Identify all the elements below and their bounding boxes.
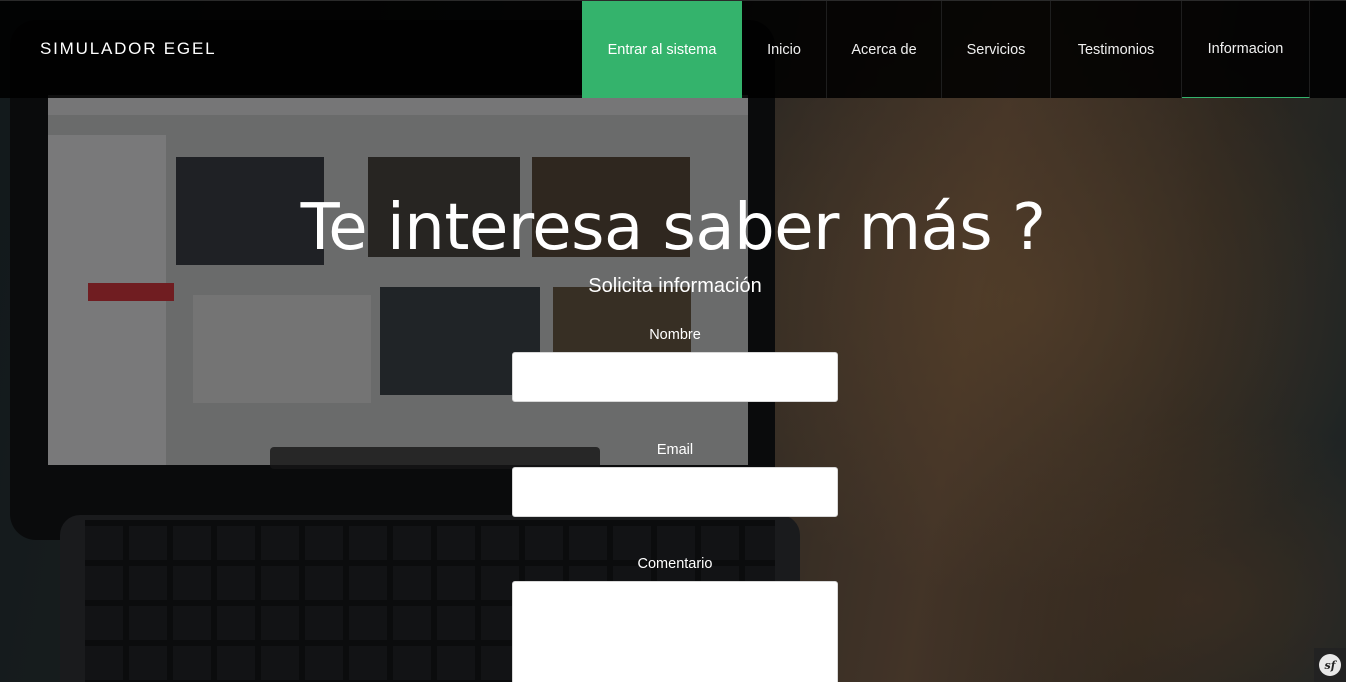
email-label: Email	[656, 442, 694, 458]
hero-title: Te interesa saber más ?	[300, 191, 1046, 265]
nav-item-informacion[interactable]: Informacion	[1182, 1, 1310, 98]
symfony-logo-icon: sf	[1319, 654, 1341, 676]
nav-menu: Entrar al sistema Inicio Acerca de Servi…	[582, 1, 1310, 98]
nav-item-acerca-de[interactable]: Acerca de	[827, 1, 942, 98]
top-navbar: SIMULADOR EGEL Entrar al sistema Inicio …	[0, 0, 1346, 98]
nav-item-testimonios[interactable]: Testimonios	[1051, 1, 1182, 98]
hero-subtitle: Solicita información	[588, 275, 762, 297]
email-input[interactable]	[512, 467, 838, 517]
page: SIMULADOR EGEL Entrar al sistema Inicio …	[0, 0, 1346, 682]
name-input[interactable]	[512, 352, 838, 402]
nav-item-servicios[interactable]: Servicios	[942, 1, 1051, 98]
comment-textarea[interactable]	[512, 581, 838, 682]
brand-logo-text[interactable]: SIMULADOR EGEL	[40, 39, 216, 59]
nav-item-inicio[interactable]: Inicio	[742, 1, 827, 98]
comment-label: Comentario	[637, 556, 713, 572]
nav-login-button[interactable]: Entrar al sistema	[582, 1, 742, 98]
name-label: Nombre	[649, 327, 701, 343]
debug-toolbar-toggle[interactable]: sf	[1314, 648, 1346, 682]
